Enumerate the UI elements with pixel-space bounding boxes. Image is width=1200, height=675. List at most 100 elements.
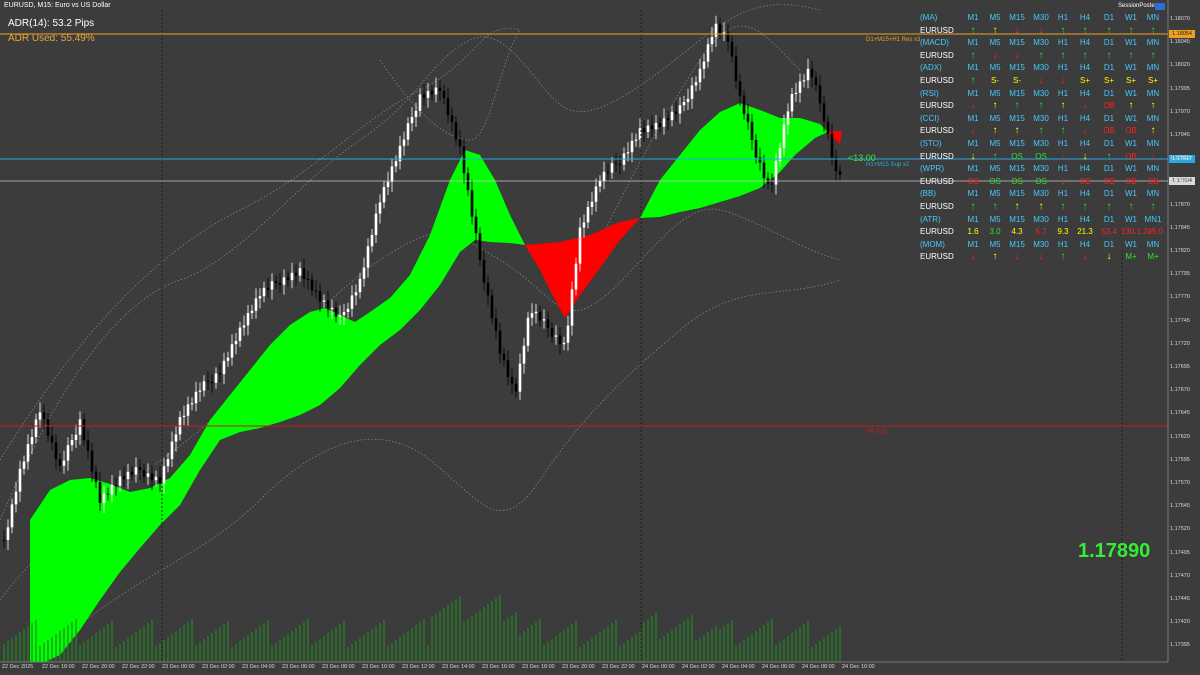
timeframe-label: MN [1146,239,1160,249]
time-axis-label: 23 Dec 20:00 [562,664,595,670]
timeframe-label: M30 [1033,113,1049,123]
candle-body [482,260,486,283]
signal-value: OB [1125,176,1137,186]
arrow-up-icon: ↑ [1060,200,1066,212]
candle-body [790,94,794,112]
timeframe-label: D1 [1103,13,1115,22]
time-axis-label: 23 Dec 18:00 [522,664,555,670]
candle-body [250,310,254,313]
timeframe-label: M15 [1009,113,1025,123]
candle-body [486,282,490,296]
signal-dashboard: (MA) M1 M5 M15 M30 H1 H4 D1 W1 MN EURUSD ↑ ↑ ↓ ↓ ↑ ↑ ↑ ↑ ↑(… [918,12,1168,264]
timeframe-label: D1 [1103,63,1115,73]
timeframe-label: M1 [967,88,979,98]
timeframe-label: D1 [1103,38,1115,48]
timeframe-label: M15 [1009,138,1025,148]
timeframe-label: H1 [1057,214,1069,224]
candle-body [70,440,74,446]
candle-body [218,373,222,375]
candle-body [242,325,246,328]
time-axis-label: 23 Dec 06:00 [282,664,315,670]
resistance-label: D1+M15+H1 Res x3 [866,37,921,43]
candle-body [506,360,510,377]
indicator-header-row: (RSI) M1 M5 M15 M30 H1 H4 D1 W1 MN [918,88,1168,101]
candle-body [370,235,374,247]
candle-body [466,173,470,190]
candle-body [378,202,382,214]
candle-body [722,32,726,34]
timeframe-label: M5 [989,239,1001,249]
adr-used: ADR Used: 55.49% [8,33,95,44]
symbol-label: EURUSD [920,50,954,60]
candle-body [666,118,670,121]
candle-body [754,140,758,158]
candle-body [166,459,170,467]
signal-value: OS [989,176,1001,186]
timeframe-label: H1 [1057,164,1069,174]
candle-body [194,391,198,404]
candle-body [818,85,822,104]
timeframe-label: MN [1146,13,1160,22]
candle-body [606,171,610,173]
arrow-down-icon: ↓ [1082,125,1088,137]
arrow-up-icon: ↑ [1038,49,1044,61]
candle-body [382,187,386,203]
candle-body [414,110,418,117]
candle-body [714,23,718,37]
timeframe-label: MN [1146,189,1160,199]
arrow-up-icon: ↑ [1082,49,1088,61]
candle-body [322,300,326,302]
candle-body [350,295,354,309]
time-axis-label: 24 Dec 04:00 [722,664,755,670]
price-axis-label: 1.17445 [1170,596,1190,602]
price-axis-label: 1.17695 [1170,364,1190,370]
timeframe-label: M5 [989,189,1001,199]
candle-body [646,125,650,132]
indicator-name: (MACD) [920,38,949,48]
price-axis-label: 1.18070 [1170,16,1190,22]
candle-body [494,318,498,331]
candle-body [254,298,258,311]
price-axis-label: 1.17845 [1170,224,1190,231]
indicator-name: (ATR) [920,214,941,224]
candle-body [78,419,82,435]
candle-body [222,360,226,375]
candle-body [454,122,458,140]
session-poster-icon[interactable] [1155,3,1165,10]
candle-body [154,476,158,481]
candle-body [314,290,318,292]
candle-body [214,373,218,383]
indicator-header-row: (BB) M1 M5 M15 M30 H1 H4 D1 W1 MN [918,188,1168,201]
timeframe-label: M30 [1033,239,1049,249]
arrow-up-icon: ↑ [1150,200,1156,212]
timeframe-label: M1 [967,239,979,249]
timeframe-label: M15 [1009,164,1025,174]
indicator-signal-row: EURUSD ↑ ↓ ↓ ↑ ↑ ↑ ↑ ↑ ↑ [918,50,1168,63]
timeframe-label: M5 [989,164,1001,174]
indicator-header-row: (ADX) M1 M5 M15 M30 H1 H4 D1 W1 MN [918,62,1168,75]
time-axis-label: 24 Dec 02:00 [682,664,715,670]
arrow-up-icon: ↑ [1128,200,1134,212]
signal-value: S+ [1079,75,1090,85]
arrow-up-icon: ↑ [1060,125,1066,137]
candle-body [286,277,290,281]
candle-body [274,281,278,283]
signal-value: OS [1035,151,1047,161]
arrow-down-icon: ↓ [1106,251,1112,263]
arrow-up-icon: ↑ [1150,49,1156,61]
candle-body [238,327,242,341]
candle-body [418,94,422,111]
arrow-up-icon: ↑ [1106,200,1112,212]
indicator-name: (STO) [920,138,942,148]
signal-value: 285.0 [1142,227,1164,237]
timeframe-label: MN [1146,88,1160,98]
candle-body [706,44,710,62]
time-axis-label: 22 Dec 22:00 [122,664,155,670]
candle-body [302,268,306,279]
current-price-display: 1.17890 [1078,540,1151,562]
candle-body [74,434,78,440]
timeframe-label: M5 [989,38,1001,48]
candle-body [18,468,22,492]
candle-body [290,272,294,281]
candle-body [514,383,518,392]
